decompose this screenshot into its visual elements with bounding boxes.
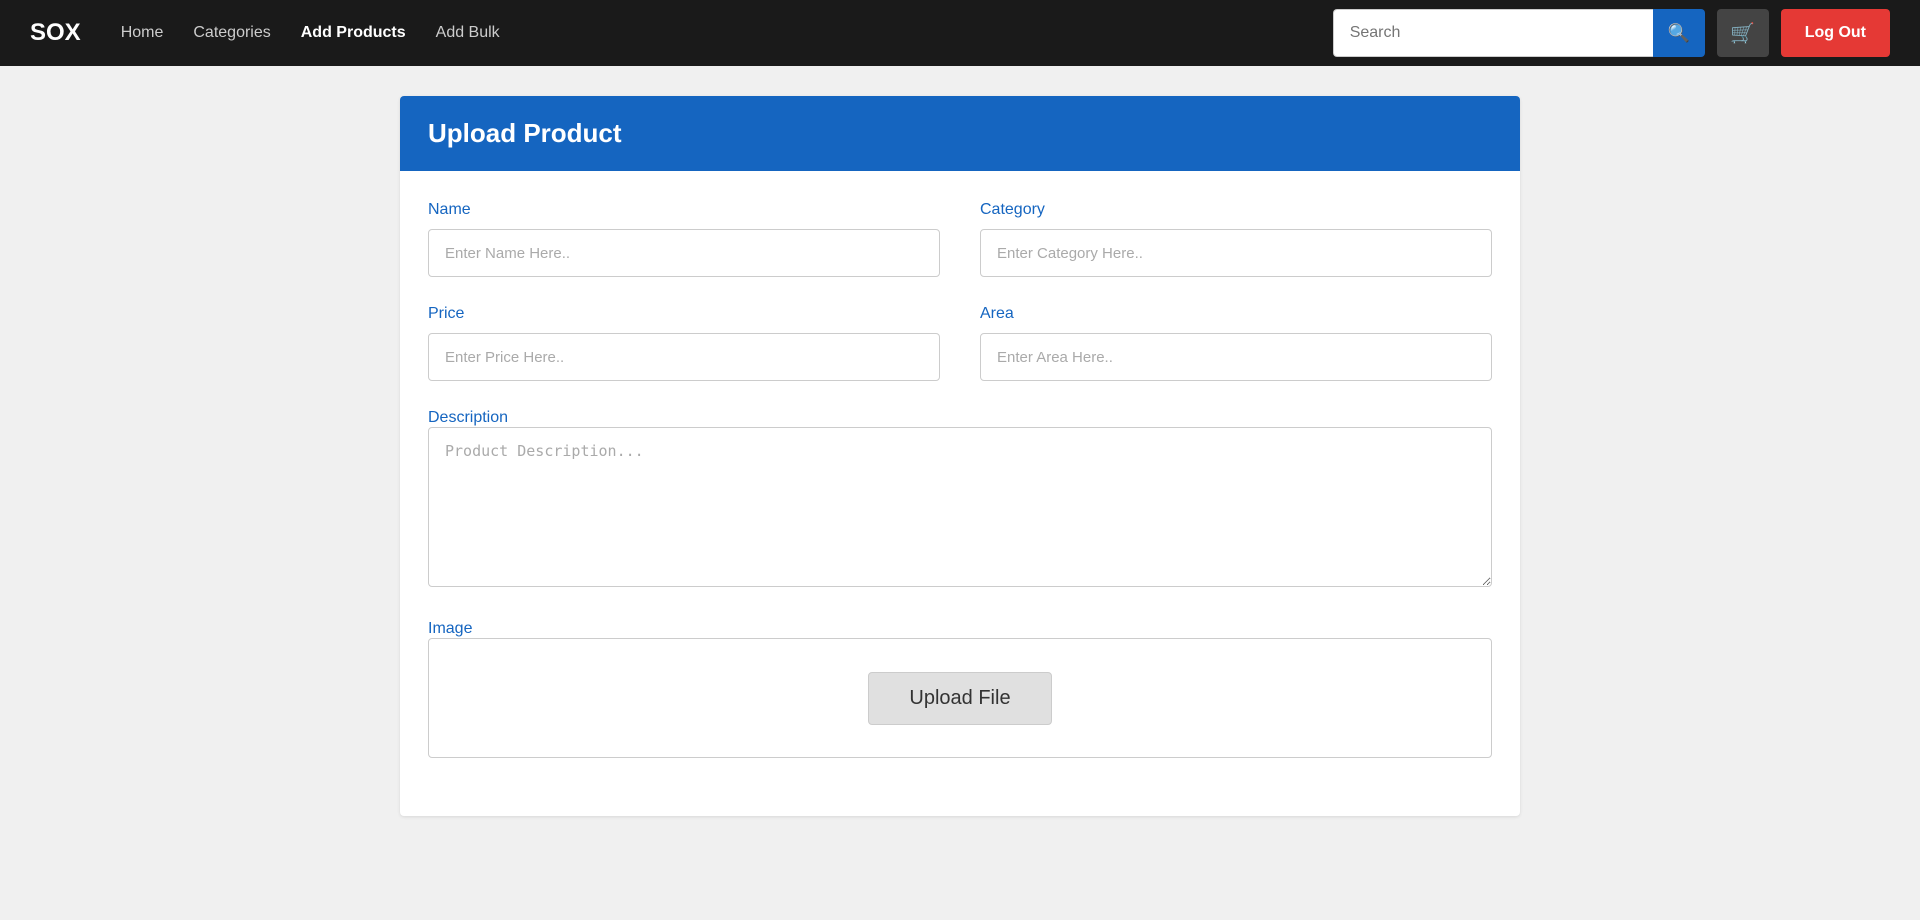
cart-icon: 🛒 xyxy=(1730,21,1755,46)
search-input[interactable] xyxy=(1333,9,1653,57)
navbar: SOX Home Categories Add Products Add Bul… xyxy=(0,0,1920,66)
nav-home[interactable]: Home xyxy=(121,24,164,42)
name-label: Name xyxy=(428,201,940,219)
name-input[interactable] xyxy=(428,229,940,277)
brand-logo: SOX xyxy=(30,19,81,47)
price-input[interactable] xyxy=(428,333,940,381)
price-label: Price xyxy=(428,305,940,323)
image-label: Image xyxy=(428,620,472,637)
page-title: Upload Product xyxy=(428,118,1492,149)
cart-button[interactable]: 🛒 xyxy=(1717,9,1769,57)
form-group-price: Price xyxy=(428,305,940,381)
form-row-name-category: Name Category xyxy=(428,201,1492,277)
form-row-price-area: Price Area xyxy=(428,305,1492,381)
form-group-name: Name xyxy=(428,201,940,277)
form-group-image: Image Upload File xyxy=(428,620,1492,758)
upload-product-card: Upload Product Name Category Price xyxy=(400,96,1520,816)
nav-categories[interactable]: Categories xyxy=(193,24,270,42)
form-group-category: Category xyxy=(980,201,1492,277)
card-body: Name Category Price Area xyxy=(400,171,1520,816)
nav-links: Home Categories Add Products Add Bulk xyxy=(121,24,1333,42)
upload-file-button[interactable]: Upload File xyxy=(868,672,1051,725)
search-icon: 🔍 xyxy=(1667,23,1689,44)
category-label: Category xyxy=(980,201,1492,219)
card-header: Upload Product xyxy=(400,96,1520,171)
area-input[interactable] xyxy=(980,333,1492,381)
image-upload-area: Upload File xyxy=(428,638,1492,758)
area-label: Area xyxy=(980,305,1492,323)
search-container: 🔍 xyxy=(1333,9,1705,57)
logout-button[interactable]: Log Out xyxy=(1781,9,1890,57)
main-content: Upload Product Name Category Price xyxy=(380,96,1540,816)
description-textarea[interactable] xyxy=(428,427,1492,587)
description-label: Description xyxy=(428,409,508,426)
search-button[interactable]: 🔍 xyxy=(1653,9,1705,57)
form-group-description: Description xyxy=(428,409,1492,592)
nav-add-bulk[interactable]: Add Bulk xyxy=(436,24,500,42)
navbar-right: 🔍 🛒 Log Out xyxy=(1333,9,1890,57)
nav-add-products[interactable]: Add Products xyxy=(301,24,406,42)
category-input[interactable] xyxy=(980,229,1492,277)
form-group-area: Area xyxy=(980,305,1492,381)
